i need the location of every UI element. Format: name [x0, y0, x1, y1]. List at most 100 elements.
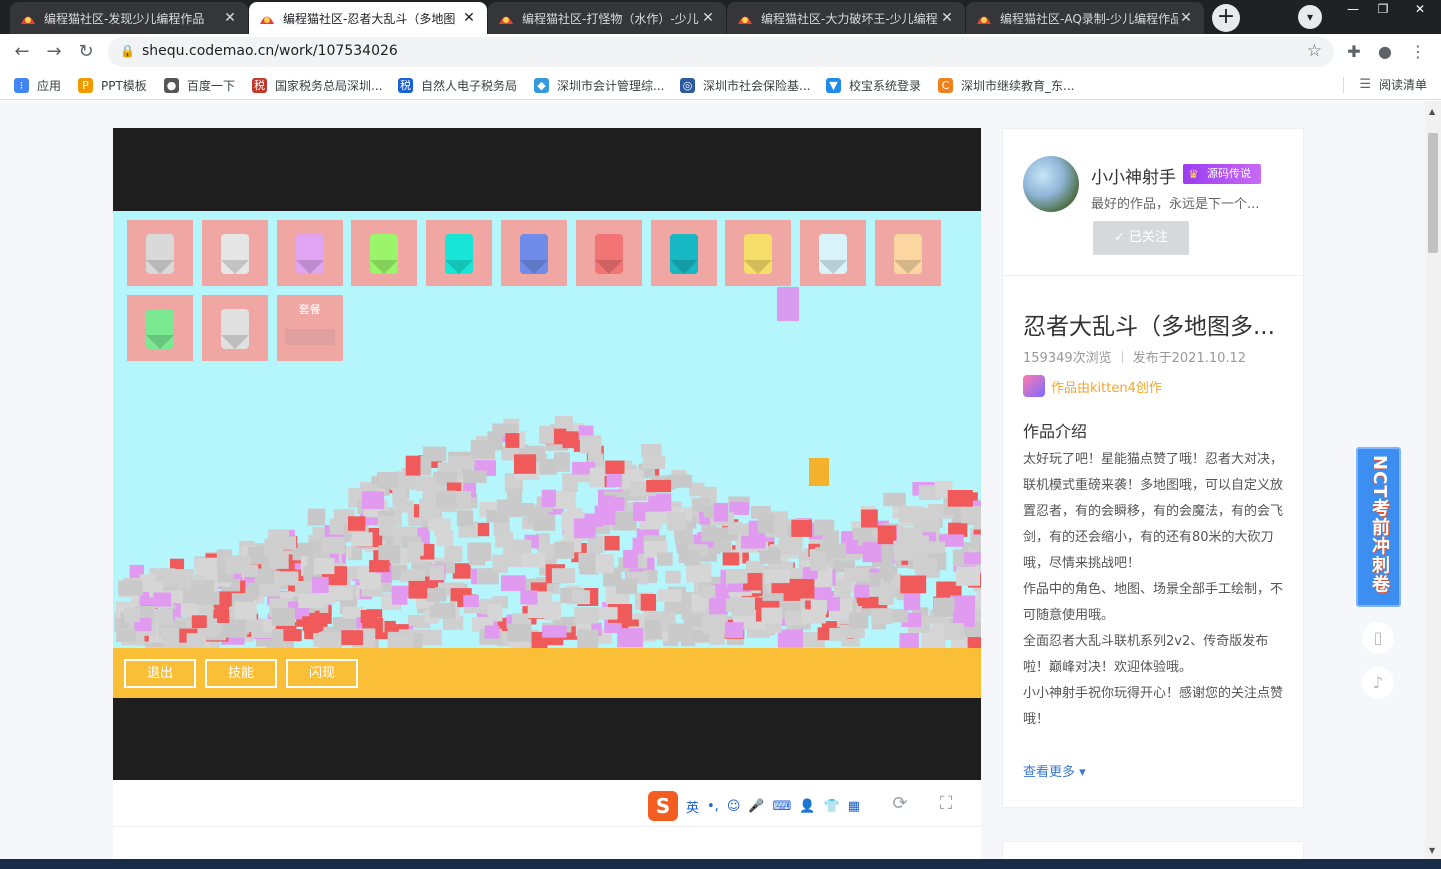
back-icon[interactable]: ← [10, 40, 34, 64]
tab-close-icon[interactable]: ✕ [222, 10, 238, 26]
created-with[interactable]: 作品由kitten4创作 [1023, 375, 1162, 397]
ime-tool-icon[interactable]: 👤 [799, 799, 815, 814]
ninja-sprite [862, 542, 882, 563]
bookmark-item[interactable]: 税自然人电子税务局 [398, 76, 517, 94]
reading-list-button[interactable]: ☰ 阅读清单 [1359, 76, 1427, 93]
phone-icon[interactable]: ▯ [1362, 622, 1394, 654]
ime-tool-icon[interactable]: 英 [686, 797, 699, 816]
intro-body: 太好玩了吧！星能猫点赞了哦！忍者大对决，联机模式重磅来袭！多地图哦，可以自定义放… [1023, 447, 1285, 733]
bookmarks-divider [1343, 77, 1344, 93]
ninja-sprite [264, 538, 284, 557]
ime-tool-icon[interactable]: •, [707, 799, 719, 814]
browser-tab[interactable]: 编程猫社区-大力破坏王-少儿编程 ✕ [727, 2, 965, 34]
forward-icon[interactable]: → [42, 40, 66, 64]
ime-tool-icon[interactable]: 👕 [824, 799, 840, 814]
extensions-icon[interactable]: ✚ [1344, 42, 1364, 62]
bookmark-item[interactable]: 税国家税务总局深圳... [252, 76, 382, 94]
nct-promo-banner[interactable]: NCT考前冲刺卷 [1356, 447, 1401, 607]
bookmark-item[interactable]: ◆ 深圳市会计管理综... [534, 76, 664, 94]
ninja-select-card[interactable] [127, 220, 193, 286]
ninja-sprite [225, 555, 252, 574]
game-stage[interactable]: 套餐 退出 技能 闪现 [113, 211, 981, 698]
ninja-select-card[interactable] [201, 220, 268, 286]
tab-close-icon[interactable]: ✕ [1178, 10, 1194, 26]
close-window-icon[interactable]: ✕ [1400, 0, 1440, 20]
author-avatar[interactable] [1023, 156, 1079, 212]
ninja-select-card[interactable] [351, 220, 418, 286]
bookmark-item[interactable]: ⁝ 应用 [14, 76, 61, 94]
page-scrollbar[interactable]: ▲ ▼ [1425, 101, 1441, 859]
ime-tool-icon[interactable]: ▦ [848, 799, 860, 814]
tab-close-icon[interactable]: ✕ [700, 10, 716, 26]
scroll-up-icon[interactable]: ▲ [1429, 107, 1435, 116]
browser-tab[interactable]: 编程猫社区-AQ录制-少儿编程作品 ✕ [966, 2, 1204, 34]
new-tab-button[interactable]: + [1212, 4, 1240, 32]
menu-icon[interactable]: ⋮ [1408, 42, 1428, 62]
ninja-select-card[interactable] [875, 220, 941, 286]
ninja-sprite [388, 633, 414, 648]
bookmark-item[interactable]: P PPT模板 [78, 76, 147, 94]
tab-search-icon[interactable]: ▾ [1298, 5, 1322, 29]
ninja-sprite [313, 558, 335, 575]
ninja-select-card[interactable] [127, 295, 193, 361]
ninja-sprite [405, 455, 421, 476]
ninja-sprite [854, 584, 870, 598]
game-player[interactable]: 套餐 退出 技能 闪现 [113, 128, 981, 780]
bell-icon[interactable]: ♪ [1362, 667, 1394, 699]
ninja-sprite [665, 570, 681, 584]
ime-tool-icon[interactable]: ⌨ [773, 799, 792, 814]
profile-icon[interactable]: ● [1375, 42, 1395, 62]
bookmark-item[interactable]: ▼ 校宝系统登录 [826, 76, 921, 94]
ninja-select-card[interactable] [276, 220, 343, 286]
ninja-sprite [605, 460, 625, 474]
browser-tab[interactable]: 编程猫社区-打怪物（水作）-少儿 ✕ [488, 2, 726, 34]
ninja-sprite [470, 439, 496, 460]
combo-card[interactable]: 套餐 [276, 295, 343, 361]
minimize-icon[interactable]: — [1338, 0, 1368, 20]
bookmark-label: 深圳市社会保险基... [703, 78, 811, 93]
ninja-sprite [667, 512, 686, 531]
skill-button[interactable]: 技能 [205, 659, 277, 688]
ninja-sprite [933, 597, 955, 618]
ninja-sprite [527, 553, 546, 568]
ninja-select-card[interactable] [501, 220, 567, 286]
author-badge-label: 源码传说 [1207, 167, 1251, 180]
browser-tab[interactable]: 编程猫社区-发现少儿编程作品 ✕ [10, 2, 248, 34]
ime-tool-icon[interactable]: 🎤 [748, 799, 764, 814]
exit-button[interactable]: 退出 [124, 659, 196, 688]
ninja-select-card[interactable] [800, 220, 867, 286]
scroll-down-icon[interactable]: ▼ [1429, 846, 1435, 855]
sogou-logo-icon[interactable]: S [648, 791, 678, 821]
ninja-select-card[interactable] [201, 295, 268, 361]
ninja-sprite [645, 511, 668, 525]
tab-close-icon[interactable]: ✕ [461, 10, 477, 26]
flash-button[interactable]: 闪现 [286, 659, 358, 688]
bookmark-star-icon[interactable]: ☆ [1307, 41, 1322, 61]
author-name[interactable]: 小小神射手 [1091, 163, 1176, 188]
ninja-select-card[interactable] [575, 220, 642, 286]
browser-tab[interactable]: 编程猫社区-忍者大乱斗（多地图 ✕ [249, 2, 487, 34]
bookmark-item[interactable]: C 深圳市继续教育_东... [938, 76, 1074, 94]
ime-tool-icon[interactable]: ☺ [727, 799, 741, 814]
tab-close-icon[interactable]: ✕ [939, 10, 955, 26]
ninja-select-card[interactable] [725, 220, 792, 286]
bookmark-item[interactable]: ● 百度一下 [164, 76, 235, 94]
ninja-sprite [369, 560, 390, 573]
ninja-select-card[interactable] [426, 220, 493, 286]
url-text[interactable]: shequ.codemao.cn/work/107534026 [142, 43, 398, 59]
see-more-link[interactable]: 查看更多 ▾ [1023, 761, 1086, 780]
scrollbar-thumb[interactable] [1428, 133, 1438, 253]
follow-button[interactable]: ✓ 已关注 [1093, 221, 1189, 255]
bookmark-favicon-icon: ◆ [534, 77, 549, 93]
restore-icon[interactable]: ❐ [1368, 0, 1398, 20]
address-bar[interactable]: 🔒 shequ.codemao.cn/work/107534026 ☆ [108, 37, 1334, 67]
bookmark-item[interactable]: ◎ 深圳市社会保险基... [680, 76, 810, 94]
ninja-select-card[interactable] [650, 220, 717, 286]
reload-icon[interactable]: ↻ [74, 40, 98, 64]
fullscreen-icon[interactable]: ⛶ [934, 792, 958, 816]
ninja-sprite [709, 629, 725, 645]
ninja-sprite [701, 584, 716, 598]
restart-icon[interactable]: ⟳ [888, 792, 912, 816]
ninja-sprite [678, 549, 695, 563]
ninja-sprite [434, 518, 451, 536]
